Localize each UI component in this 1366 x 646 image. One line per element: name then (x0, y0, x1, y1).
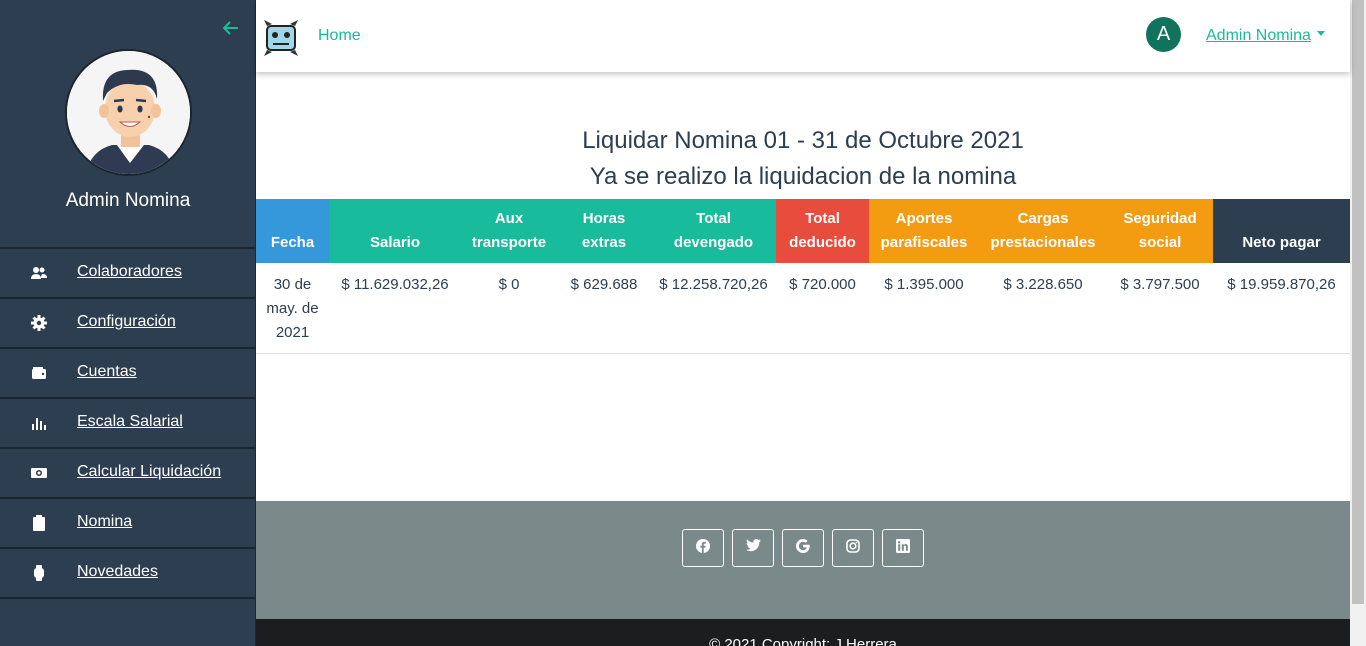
cell-total-deducido: $ 720.000 (776, 263, 869, 354)
page-title: Liquidar Nomina 01 - 31 de Octubre 2021 (582, 127, 1024, 154)
linkedin-button[interactable] (882, 529, 924, 567)
sidebar-item-calcular-liquidacion[interactable]: Calcular Liquidación (0, 449, 256, 499)
cell-total-devengado: $ 12.258.720,26 (651, 263, 776, 354)
sidebar-item-label[interactable]: Nomina (77, 513, 132, 531)
sidebar-user-name: Admin Nomina (65, 190, 191, 211)
sidebar-item-nomina[interactable]: Nomina (0, 499, 256, 549)
sidebar-user-block: Admin Nomina (0, 0, 256, 249)
sidebar-item-label[interactable]: Escala Salarial (77, 413, 183, 431)
footer-social (256, 501, 1350, 619)
header-aportes-parafiscales[interactable]: Aportes parafiscales (869, 199, 979, 263)
cell-seguridad-social: $ 3.797.500 (1107, 263, 1213, 354)
header-neto-pagar[interactable]: Neto pagar (1213, 199, 1350, 263)
watch-icon (30, 564, 48, 582)
bar-chart-icon (30, 414, 48, 432)
scrollbar-thumb[interactable] (1352, 0, 1364, 604)
header-aux-transporte[interactable]: Aux transporte (461, 199, 557, 263)
header-total-devengado[interactable]: Total devengado (651, 199, 776, 263)
user-menu-dropdown[interactable]: Admin Nomina (1206, 27, 1325, 45)
cell-aux-transporte: $ 0 (461, 263, 557, 354)
cell-salario: $ 11.629.032,26 (329, 263, 461, 354)
liquidation-table: Fecha Salario Aux transporte Horas extra… (256, 199, 1350, 354)
linkedin-icon (896, 538, 910, 558)
sidebar-item-novedades[interactable]: Novedades (0, 549, 256, 599)
cell-horas-extras: $ 629.688 (557, 263, 651, 354)
cell-cargas-prestacionales: $ 3.228.650 (979, 263, 1107, 354)
user-avatar-initial[interactable]: A (1146, 17, 1181, 52)
header-salario[interactable]: Salario (329, 199, 461, 263)
cell-aportes-parafiscales: $ 1.395.000 (869, 263, 979, 354)
header-cargas-prestacionales[interactable]: Cargas prestacionales (979, 199, 1107, 263)
users-icon (30, 264, 48, 282)
table-header-row: Fecha Salario Aux transporte Horas extra… (256, 199, 1350, 263)
cell-neto-pagar: $ 19.959.870,26 (1213, 263, 1350, 354)
home-link[interactable]: Home (318, 27, 361, 45)
header-seguridad-social[interactable]: Seguridad social (1107, 199, 1213, 263)
social-buttons (682, 529, 924, 567)
money-icon (30, 464, 48, 482)
instagram-icon (846, 538, 860, 558)
sidebar-item-label[interactable]: Configuración (77, 313, 176, 331)
page-scrollbar[interactable] (1350, 0, 1366, 646)
arrow-left-icon[interactable] (221, 18, 241, 38)
top-navbar: Home A Admin Nomina (256, 0, 1350, 72)
header-total-deducido[interactable]: Total deducido (776, 199, 869, 263)
sidebar-item-configuracion[interactable]: Configuración (0, 299, 256, 349)
app-logo[interactable] (264, 18, 298, 58)
cell-fecha: 30 de may. de 2021 (256, 263, 329, 354)
caret-down-icon (1316, 31, 1325, 37)
sidebar-item-cuentas[interactable]: Cuentas (0, 349, 256, 399)
twitter-button[interactable] (732, 529, 774, 567)
google-icon (796, 538, 810, 558)
main-content: Liquidar Nomina 01 - 31 de Octubre 2021 … (256, 72, 1350, 501)
google-button[interactable] (782, 529, 824, 567)
header-fecha[interactable]: Fecha (256, 199, 329, 263)
avatar (65, 49, 192, 176)
sidebar: Admin Nomina Colaboradores Configuración… (0, 0, 256, 646)
header-horas-extras[interactable]: Horas extras (557, 199, 651, 263)
instagram-button[interactable] (832, 529, 874, 567)
table-row: 30 de may. de 2021 $ 11.629.032,26 $ 0 $… (256, 263, 1350, 354)
clipboard-icon (30, 514, 48, 532)
sidebar-item-colaboradores[interactable]: Colaboradores (0, 249, 256, 299)
facebook-icon (696, 538, 710, 558)
sidebar-item-label[interactable]: Calcular Liquidación (77, 463, 221, 481)
page-subtitle: Ya se realizo la liquidacion de la nomin… (589, 163, 1017, 190)
wallet-icon (30, 364, 48, 382)
user-menu-label[interactable]: Admin Nomina (1206, 27, 1311, 44)
gear-icon (30, 314, 48, 332)
sidebar-menu: Colaboradores Configuración Cuentas Esca… (0, 249, 256, 599)
facebook-button[interactable] (682, 529, 724, 567)
twitter-icon (745, 539, 761, 557)
sidebar-item-label[interactable]: Colaboradores (77, 263, 182, 281)
footer-copyright: © 2021 Copyright: J.Herrera (256, 619, 1350, 646)
sidebar-item-label[interactable]: Cuentas (77, 363, 137, 381)
sidebar-item-escala-salarial[interactable]: Escala Salarial (0, 399, 256, 449)
sidebar-item-label[interactable]: Novedades (77, 563, 158, 581)
